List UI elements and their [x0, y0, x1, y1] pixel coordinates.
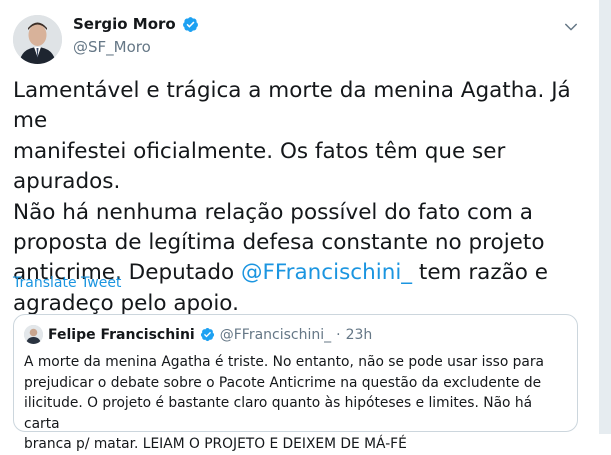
quoted-tweet-header: Felipe Francischini @FFrancischini_ · 23…: [24, 325, 372, 344]
quoted-separator-dot: ·: [336, 326, 341, 343]
author-avatar-image: [13, 15, 62, 64]
tweet-text-part: Lamentável e trágica a morte da menina A…: [13, 78, 571, 286]
quoted-author-handle: @FFrancischini_: [219, 326, 332, 343]
quoted-tweet[interactable]: Felipe Francischini @FFrancischini_ · 23…: [13, 314, 578, 452]
verified-badge-icon: [200, 327, 214, 342]
author-name[interactable]: Sergio Moro: [73, 15, 176, 33]
chevron-down-icon[interactable]: [562, 18, 580, 36]
page-edge: [599, 0, 611, 434]
verified-badge-icon: [182, 16, 198, 32]
tweet-card: Sergio Moro @SF_Moro Lamentável e trágic…: [0, 0, 599, 452]
quoted-timestamp: 23h: [345, 326, 373, 343]
translate-tweet-link[interactable]: Translate Tweet: [13, 275, 121, 291]
quoted-author-name: Felipe Francischini: [48, 326, 195, 343]
quoted-author-avatar-image: [24, 325, 43, 344]
author-name-row: Sergio Moro: [73, 15, 199, 33]
author-handle[interactable]: @SF_Moro: [73, 38, 151, 56]
quoted-author-avatar: [24, 325, 43, 344]
author-avatar[interactable]: [13, 15, 62, 64]
quoted-tweet-text: A morte da menina Agatha é triste. No en…: [24, 354, 544, 452]
mention-link[interactable]: @FFrancischini_: [241, 260, 412, 285]
